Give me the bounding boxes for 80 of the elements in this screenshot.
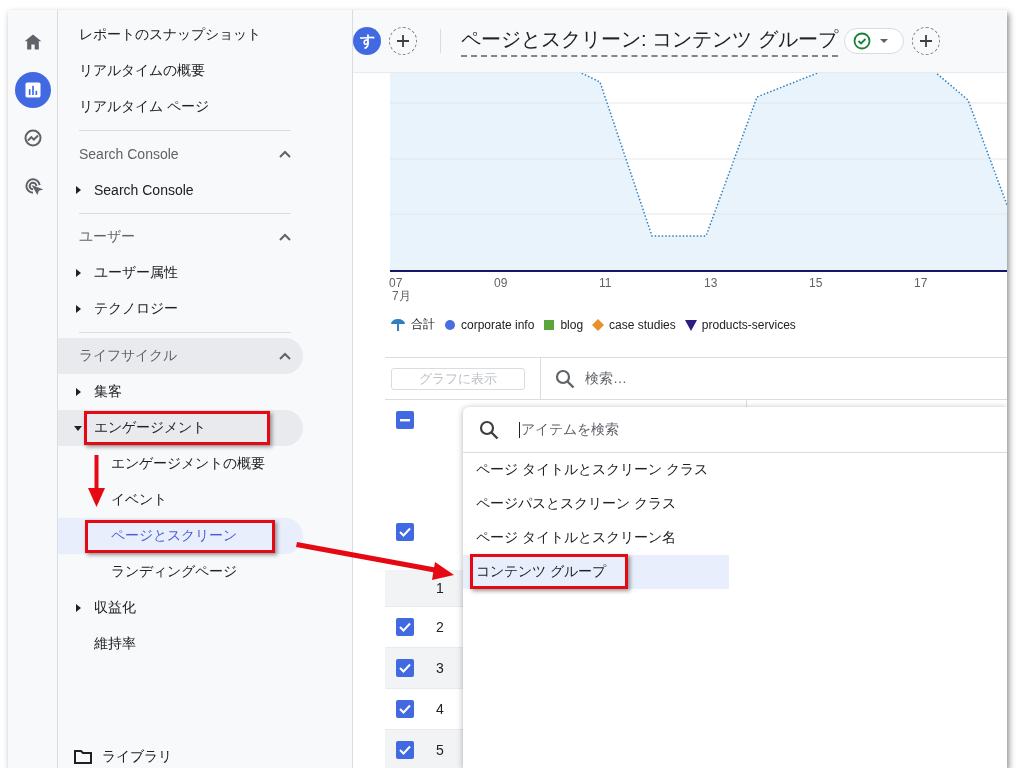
nav-item[interactable]: テクノロジー — [58, 291, 303, 327]
nav-label: Search Console — [94, 182, 194, 198]
item-search-field[interactable]: アイテムを検索 — [519, 420, 619, 439]
section-title: Search Console — [79, 146, 179, 162]
check-icon — [398, 525, 412, 539]
rail-button[interactable] — [14, 72, 51, 108]
plus-icon — [918, 34, 933, 48]
section-header[interactable]: Search Console — [58, 136, 303, 172]
nav-item[interactable]: ユーザー属性 — [58, 255, 303, 291]
search-icon — [479, 419, 499, 440]
caret-icon — [73, 304, 83, 314]
nav-label: 収益化 — [94, 599, 136, 617]
checkbox[interactable] — [396, 411, 414, 429]
search-field[interactable]: 検索… — [585, 369, 627, 388]
library-label: ライブラリ — [102, 748, 172, 766]
nav-item[interactable]: リアルタイム ページ — [58, 89, 303, 125]
report-title[interactable]: ページとスクリーン: コンテンツ グループ — [461, 25, 838, 57]
check-icon — [398, 620, 412, 634]
check-icon — [398, 661, 412, 675]
nav-item[interactable]: ランディングページ — [58, 554, 303, 590]
checkbox[interactable] — [396, 700, 414, 718]
plus-icon — [396, 34, 410, 48]
nav-item[interactable]: 収益化 — [58, 590, 303, 626]
caret-icon — [73, 185, 83, 195]
nav-item[interactable]: Search Console — [58, 172, 303, 208]
check-icon — [398, 702, 412, 716]
section-title: ユーザー — [79, 228, 135, 246]
nav-item[interactable]: 維持率 — [58, 626, 303, 662]
search-icon — [555, 368, 575, 389]
cursor-target-icon — [22, 176, 43, 196]
dropdown-option[interactable]: ページ タイトルとスクリーン クラス — [463, 453, 729, 487]
caret-icon — [73, 423, 83, 433]
checkbox[interactable] — [396, 741, 414, 759]
nav-item[interactable]: 集客 — [58, 374, 303, 410]
legend-label: case studies — [609, 317, 676, 332]
axis-label: 07 — [389, 276, 403, 290]
row-number: 5 — [436, 742, 444, 758]
axis-label: 17 — [914, 276, 928, 290]
section-header[interactable]: ライフサイクル — [58, 338, 303, 374]
trend-circle-icon — [22, 128, 43, 148]
status-dropdown[interactable] — [843, 28, 904, 54]
caret-icon — [878, 38, 889, 44]
section-title: ライフサイクル — [79, 347, 177, 365]
legend-label: products-services — [701, 317, 796, 332]
caret-icon — [73, 268, 83, 278]
checkbox[interactable] — [396, 659, 414, 677]
checkbox[interactable] — [396, 523, 414, 541]
dropdown-option[interactable]: コンテンツ グループ — [463, 555, 729, 589]
caret-icon — [73, 387, 83, 397]
section-header[interactable]: ユーザー — [58, 219, 303, 255]
nav-label: エンゲージメント — [94, 419, 206, 437]
nav-label: テクノロジー — [94, 300, 178, 318]
nav-item[interactable]: エンゲージメントの概要 — [58, 446, 303, 482]
arrow — [88, 455, 105, 507]
axis-label: 15 — [809, 276, 823, 290]
dropdown-option[interactable]: ページ タイトルとスクリーン名 — [463, 521, 729, 555]
legend-label: corporate info — [461, 317, 535, 332]
nav-label: 集客 — [94, 383, 122, 401]
row-number: 3 — [436, 660, 444, 676]
nav-item[interactable]: イベント — [58, 482, 303, 518]
folder-icon — [74, 750, 92, 764]
legend-label: 合計 — [411, 316, 435, 333]
row-number: 4 — [436, 701, 444, 717]
row-number: 2 — [436, 619, 444, 635]
nav-item[interactable]: レポートのスナップショット — [58, 17, 303, 53]
user-avatar[interactable]: す — [353, 27, 381, 55]
nav-item[interactable]: リアルタイムの概要 — [58, 53, 303, 89]
home-icon — [22, 32, 43, 52]
legend-label: blog — [560, 317, 584, 332]
dropdown-option[interactable]: ページパスとスクリーン クラス — [463, 487, 729, 521]
row-number: 1 — [436, 580, 444, 596]
axis-label: 7月 — [392, 288, 411, 305]
checkbox[interactable] — [396, 618, 414, 636]
library-link[interactable]: ライブラリ — [74, 748, 172, 766]
axis-label: 11 — [599, 276, 612, 290]
check-icon — [398, 743, 412, 757]
caret-icon — [73, 603, 83, 613]
axis-label: 13 — [704, 276, 718, 290]
axis-label: 09 — [494, 276, 508, 290]
nav-label: ユーザー属性 — [94, 264, 178, 282]
